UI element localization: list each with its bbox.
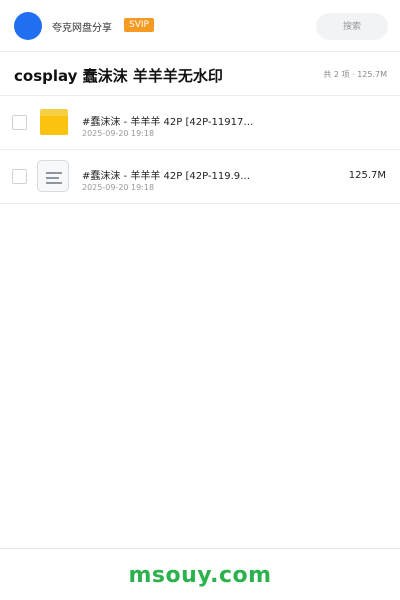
svip-badge: SVIP	[124, 18, 154, 32]
title-bar: cosplay 蠢沫沫 羊羊羊无水印 共 2 项 · 125.7M	[0, 52, 400, 96]
file-date: 2025-09-20 19:18	[82, 183, 155, 192]
page-title: cosplay 蠢沫沫 羊羊羊无水印	[14, 67, 223, 85]
file-date: 2025-09-20 19:18	[82, 129, 155, 138]
search-input[interactable]	[316, 13, 388, 40]
file-row-document[interactable]: #蠢沫沫 - 羊羊羊 42P [42P-119.9… 2025-09-20 19…	[0, 150, 400, 204]
footer: msouy.com	[0, 548, 400, 600]
file-row-folder[interactable]: #蠢沫沫 - 羊羊羊 42P [42P-11917… 2025-09-20 19…	[0, 96, 400, 150]
brand-name: 夸克网盘分享	[52, 23, 112, 34]
folder-icon	[40, 109, 68, 135]
row-checkbox[interactable]	[12, 169, 27, 184]
avatar[interactable]	[14, 12, 42, 40]
file-name[interactable]: #蠢沫沫 - 羊羊羊 42P [42P-119.9…	[82, 167, 250, 182]
top-header: 夸克网盘分享 SVIP	[0, 0, 400, 52]
watermark-text: msouy.com	[128, 563, 272, 588]
row-checkbox[interactable]	[12, 115, 27, 130]
file-summary: 共 2 项 · 125.7M	[323, 70, 387, 79]
file-name[interactable]: #蠢沫沫 - 羊羊羊 42P [42P-11917…	[82, 113, 253, 128]
file-size: 125.7M	[348, 170, 386, 181]
document-icon	[37, 160, 69, 192]
